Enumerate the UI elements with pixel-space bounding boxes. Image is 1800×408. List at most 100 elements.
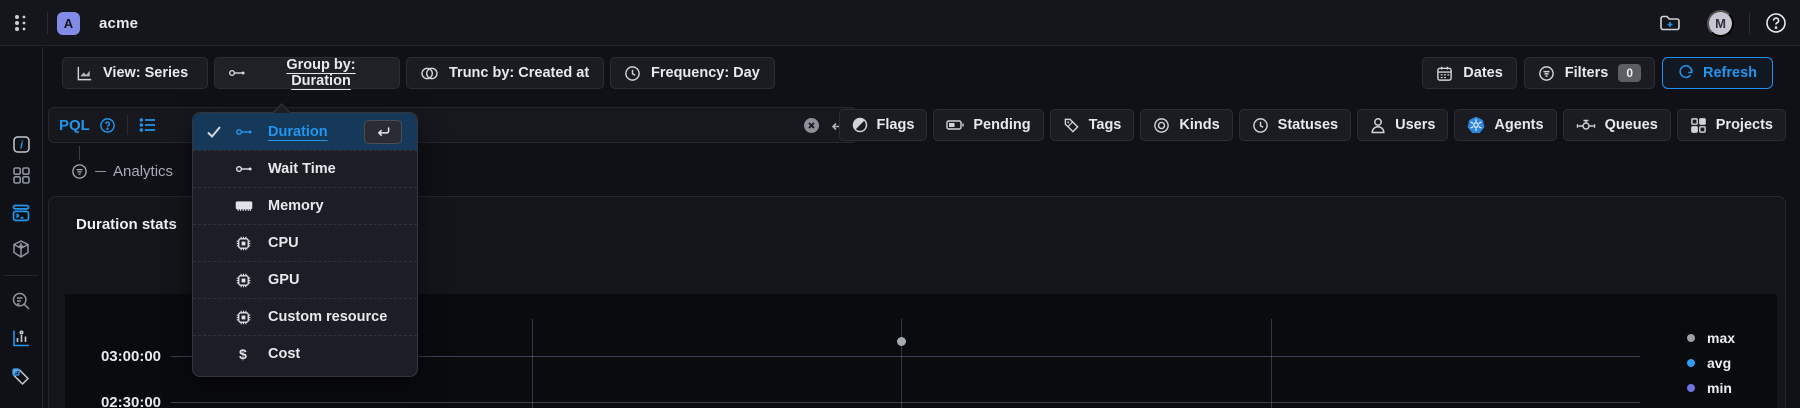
blocks-grid-icon[interactable] <box>0 166 42 185</box>
filter-chip-pending[interactable]: Pending <box>933 109 1044 141</box>
menu-item-label: Custom resource <box>268 309 388 325</box>
filter-chip-users[interactable]: Users <box>1357 109 1449 141</box>
legend-item-avg[interactable]: avg <box>1687 355 1735 371</box>
new-folder-icon[interactable] <box>1659 13 1681 33</box>
area-chart-icon <box>76 65 93 82</box>
package-icon[interactable] <box>0 239 42 259</box>
trunc-by-label: Trunc by: Created at <box>449 65 590 81</box>
topbar-divider <box>1749 12 1750 34</box>
group-by-label: Group by: Duration <box>286 57 356 89</box>
ram-icon <box>235 199 253 214</box>
clear-query-icon[interactable] <box>803 117 820 134</box>
info-panel-icon[interactable]: i <box>0 135 42 154</box>
filter-chip-queues[interactable]: Queues <box>1562 109 1671 141</box>
menu-item-custom-resource[interactable]: Custom resource <box>193 298 417 335</box>
group-by-button[interactable]: Group by: Duration <box>214 57 400 89</box>
org-name[interactable]: acme <box>99 15 138 32</box>
cpu-chip-icon <box>235 309 252 326</box>
clock-icon <box>1252 117 1269 134</box>
tag-icon <box>1063 117 1080 134</box>
topbar: A acme M <box>0 0 1800 46</box>
menu-item-cpu[interactable]: CPU <box>193 224 417 261</box>
overlap-circles-icon <box>420 66 439 81</box>
gridline-vertical <box>532 319 533 408</box>
analytics-chart-icon[interactable] <box>0 328 42 348</box>
menu-item-wait-time[interactable]: Wait Time <box>193 150 417 187</box>
filter-chip-agents[interactable]: Agents <box>1454 109 1557 141</box>
legend-label: min <box>1707 380 1732 396</box>
filter-chip-flags[interactable]: Flags <box>838 109 928 141</box>
filter-chip-kinds[interactable]: Kinds <box>1140 109 1233 141</box>
tree-dash <box>95 170 106 173</box>
menu-item-label: Wait Time <box>268 161 336 177</box>
max-series-datapoint[interactable] <box>897 337 906 346</box>
key-icon <box>235 125 253 139</box>
dates-label: Dates <box>1463 65 1503 81</box>
filter-chip-projects[interactable]: Projects <box>1676 109 1786 141</box>
menu-item-cost[interactable]: $ Cost <box>193 335 417 372</box>
cpu-chip-icon <box>235 235 252 252</box>
y-axis-tick: 03:00:00 <box>100 348 161 365</box>
calendar-icon <box>1436 65 1453 82</box>
legend-dot-min <box>1687 384 1695 392</box>
menu-item-label: Memory <box>268 198 324 214</box>
user-avatar[interactable]: M <box>1707 9 1734 37</box>
pql-label: PQL <box>59 116 90 134</box>
legend-item-max[interactable]: max <box>1687 330 1735 346</box>
menu-item-memory[interactable]: Memory <box>193 187 417 224</box>
key-icon <box>228 66 246 80</box>
refresh-icon <box>1678 65 1694 81</box>
frequency-button[interactable]: Frequency: Day <box>610 57 775 89</box>
menu-item-label: Cost <box>268 346 301 362</box>
sidebar-divider <box>4 275 38 276</box>
menu-item-label: Duration <box>268 123 328 140</box>
filter-circle-icon <box>71 163 88 180</box>
group-by-dropdown: Duration Wait Time Memory CPU GPU Custom… <box>192 103 418 377</box>
chip-label: Queues <box>1604 117 1658 133</box>
check-icon <box>206 125 222 139</box>
search-query-icon[interactable] <box>0 291 42 311</box>
concentric-circles-icon <box>1153 117 1170 134</box>
menu-item-duration[interactable]: Duration <box>193 113 417 150</box>
flag-circle-icon <box>852 117 868 133</box>
query-list-icon[interactable] <box>139 117 157 133</box>
chip-label: Kinds <box>1179 117 1220 133</box>
filter-chip-statuses[interactable]: Statuses <box>1238 109 1352 141</box>
chip-label: Users <box>1395 117 1436 133</box>
y-axis-tick: 02:30:00 <box>100 394 161 408</box>
tag-new-icon[interactable] <box>0 367 42 387</box>
menu-item-gpu[interactable]: GPU <box>193 261 417 298</box>
pql-divider <box>126 115 128 135</box>
refresh-button[interactable]: Refresh <box>1662 57 1773 89</box>
filters-button[interactable]: Filters 0 <box>1523 57 1655 89</box>
dollar-icon: $ <box>235 346 251 363</box>
view-mode-button[interactable]: View: Series <box>62 57 208 89</box>
menu-item-label: GPU <box>268 272 300 288</box>
pending-bar-icon <box>946 119 965 131</box>
dates-button[interactable]: Dates <box>1422 57 1517 89</box>
pql-help-icon[interactable] <box>99 117 116 134</box>
key-icon <box>235 162 253 176</box>
left-sidebar: i <box>0 47 43 408</box>
trunc-by-button[interactable]: Trunc by: Created at <box>406 57 604 89</box>
org-avatar[interactable]: A <box>57 11 80 35</box>
pql-query-input[interactable]: PQL <box>48 107 857 143</box>
squares-grid-icon <box>1690 117 1707 134</box>
chip-label: Tags <box>1088 117 1122 133</box>
panel-title: Duration stats <box>76 216 177 233</box>
analytics-tree-node[interactable]: Analytics <box>71 163 173 180</box>
gridline-vertical <box>1271 319 1272 408</box>
view-mode-label: View: Series <box>103 65 189 81</box>
legend-item-min[interactable]: min <box>1687 380 1735 396</box>
user-icon <box>1370 117 1386 134</box>
pipeline-valve-icon <box>1576 118 1596 132</box>
filter-chip-tags[interactable]: Tags <box>1049 109 1135 141</box>
app-grip-icon[interactable] <box>12 13 30 33</box>
cpu-chip-icon <box>235 272 252 289</box>
legend-dot-avg <box>1687 359 1695 367</box>
chart-legend: max avg min <box>1687 330 1735 396</box>
filter-circle-icon <box>1538 65 1555 82</box>
help-icon[interactable] <box>1765 12 1787 34</box>
return-key-badge <box>364 119 402 144</box>
terminal-icon[interactable] <box>0 203 42 223</box>
